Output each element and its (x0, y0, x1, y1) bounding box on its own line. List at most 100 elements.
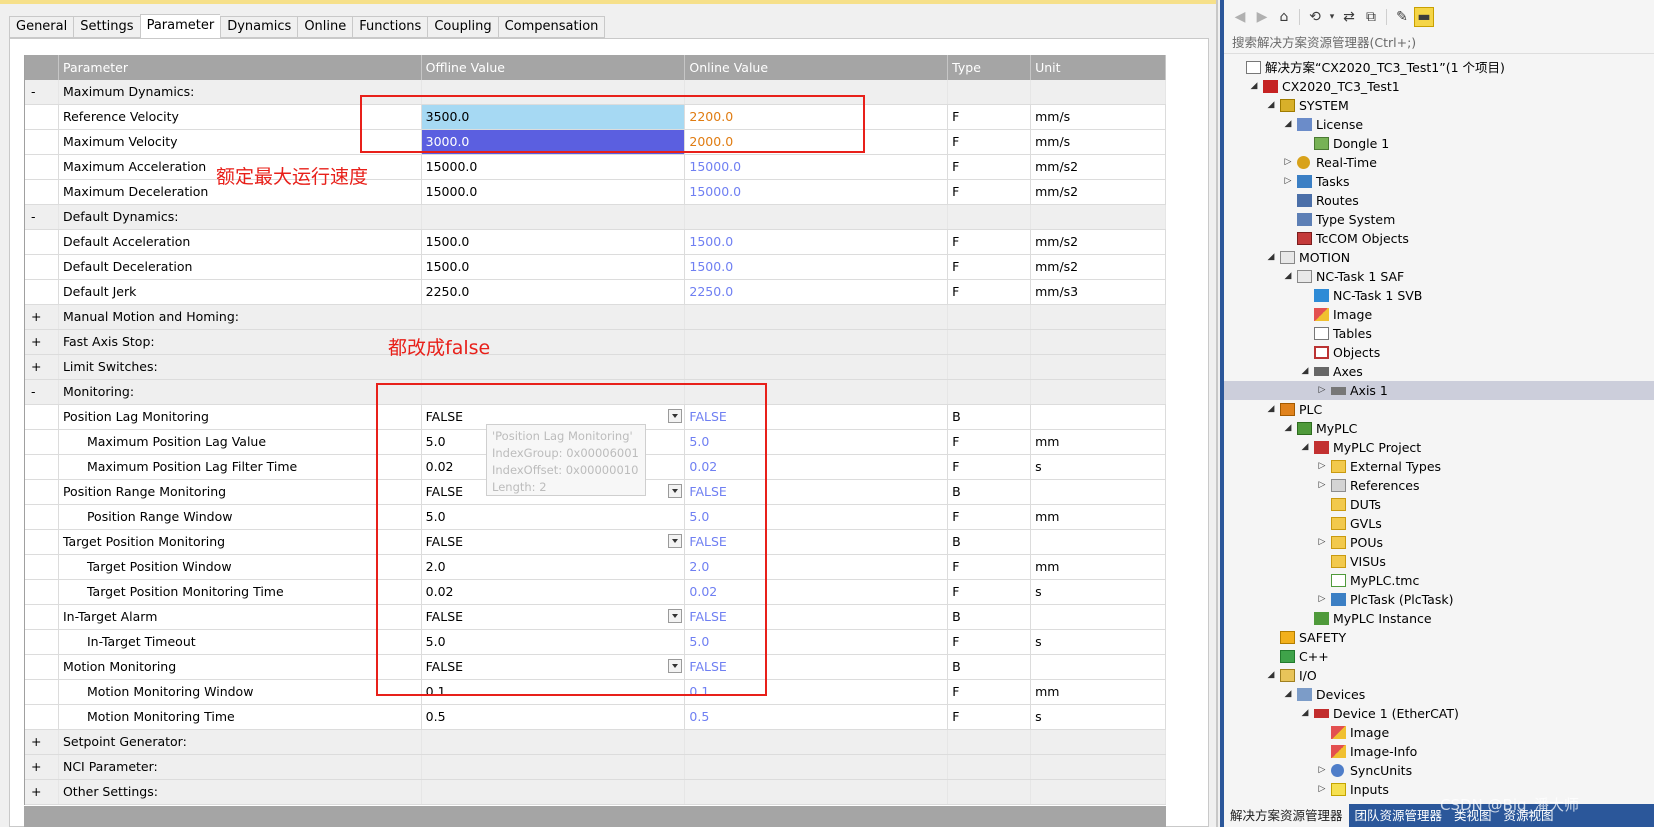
preview-toggle-icon[interactable]: ▬ (1414, 7, 1434, 27)
expand-arrow-icon[interactable]: ▷ (1317, 780, 1327, 799)
tree-item[interactable]: ◢ CX2020_TC3_Test1 (1224, 77, 1654, 96)
tab-parameter[interactable]: Parameter (139, 14, 221, 39)
header-type[interactable]: Type (948, 55, 1032, 80)
home-icon[interactable]: ⌂ (1274, 7, 1294, 27)
expand-arrow-icon[interactable]: ▷ (1317, 533, 1327, 552)
expand-arrow-icon[interactable]: ▷ (1283, 172, 1293, 191)
header-parameter[interactable]: Parameter (59, 55, 422, 80)
row-toggle[interactable]: - (25, 205, 59, 229)
sync-icon[interactable]: ⇄ (1339, 7, 1359, 27)
pane-splitter[interactable] (1216, 0, 1218, 827)
parameter-row[interactable]: Default Acceleration 1500.0 1500.0 Fmm/s2 (25, 230, 1166, 255)
tree-item[interactable]: SAFETY (1224, 628, 1654, 647)
collapse-all-icon[interactable]: ⧉ (1361, 7, 1381, 27)
expand-arrow-icon[interactable]: ◢ (1249, 77, 1259, 96)
tab-general[interactable]: General (9, 16, 74, 38)
tree-item[interactable]: ▷ POUs (1224, 533, 1654, 552)
tree-item[interactable]: ◢ SYSTEM (1224, 96, 1654, 115)
tab-online[interactable]: Online (297, 16, 353, 38)
expand-arrow-icon[interactable]: ◢ (1283, 419, 1293, 438)
tree-item[interactable]: DUTs (1224, 495, 1654, 514)
group-row[interactable]: + Fast Axis Stop: (25, 330, 1166, 355)
tree-item[interactable]: VISUs (1224, 552, 1654, 571)
tree-item[interactable]: ◢ MyPLC (1224, 419, 1654, 438)
tab-compensation[interactable]: Compensation (497, 16, 606, 38)
row-toggle[interactable]: + (25, 330, 59, 354)
tree-item[interactable]: ◢ Axes (1224, 362, 1654, 381)
expand-arrow-icon[interactable]: ◢ (1300, 438, 1310, 457)
expand-arrow-icon[interactable]: ▷ (1283, 153, 1293, 172)
parameter-row[interactable]: Motion Monitoring Time 0.5 0.5 Fs (25, 705, 1166, 730)
group-row[interactable]: - Default Dynamics: (25, 205, 1166, 230)
offline-value-cell[interactable] (422, 780, 686, 804)
tree-item[interactable]: ▷ References (1224, 476, 1654, 495)
tree-item[interactable]: Image (1224, 305, 1654, 324)
offline-value-cell[interactable] (422, 305, 686, 329)
offline-value-cell[interactable] (422, 755, 686, 779)
tree-item[interactable]: MyPLC.tmc (1224, 571, 1654, 590)
tree-item[interactable]: Tables (1224, 324, 1654, 343)
parameter-row[interactable]: Maximum Deceleration 15000.0 15000.0 Fmm/s2 (25, 180, 1166, 205)
tree-item[interactable]: ◢ License (1224, 115, 1654, 134)
back-icon[interactable]: ◀ (1230, 7, 1250, 27)
tab-team-explorer[interactable]: 团队资源管理器 (1349, 804, 1449, 827)
expand-arrow-icon[interactable]: ▷ (1317, 381, 1327, 400)
offline-value-cell[interactable]: 2250.0 (422, 280, 686, 304)
tree-item[interactable]: ◢ Devices (1224, 685, 1654, 704)
row-toggle[interactable]: - (25, 380, 59, 404)
tree-item[interactable]: Dongle 1 (1224, 134, 1654, 153)
expand-arrow-icon[interactable]: ◢ (1266, 400, 1276, 419)
tree-item[interactable]: ▷ SyncUnits (1224, 761, 1654, 780)
history-icon[interactable]: ⟲ (1305, 7, 1325, 27)
tab-functions[interactable]: Functions (352, 16, 428, 38)
expand-arrow-icon[interactable]: ◢ (1283, 267, 1293, 286)
offline-value-cell[interactable]: 15000.0 (422, 180, 686, 204)
tree-item[interactable]: ◢ MOTION (1224, 248, 1654, 267)
expand-arrow-icon[interactable]: ▷ (1317, 761, 1327, 780)
row-toggle[interactable]: + (25, 730, 59, 754)
group-row[interactable]: + Manual Motion and Homing: (25, 305, 1166, 330)
tree-item[interactable]: TcCOM Objects (1224, 229, 1654, 248)
tab-dynamics[interactable]: Dynamics (220, 16, 298, 38)
offline-value-cell[interactable]: 15000.0 (422, 155, 686, 179)
tree-item[interactable]: Image (1224, 723, 1654, 742)
tree-item[interactable]: ▷ Real-Time (1224, 153, 1654, 172)
group-row[interactable]: + NCI Parameter: (25, 755, 1166, 780)
tree-item[interactable]: 解决方案“CX2020_TC3_Test1”(1 个项目) (1224, 58, 1654, 77)
tree-item[interactable]: NC-Task 1 SVB (1224, 286, 1654, 305)
group-row[interactable]: + Setpoint Generator: (25, 730, 1166, 755)
tree-item[interactable]: ▷ Axis 1 (1224, 381, 1654, 400)
header-offline-value[interactable]: Offline Value (422, 55, 686, 80)
tree-item[interactable]: Type System (1224, 210, 1654, 229)
row-toggle[interactable]: + (25, 355, 59, 379)
solution-search-input[interactable]: 搜索解决方案资源管理器(Ctrl+;) (1224, 32, 1654, 54)
tree-item[interactable]: Image-Info (1224, 742, 1654, 761)
expand-arrow-icon[interactable]: ◢ (1266, 248, 1276, 267)
chevron-down-icon[interactable]: ▾ (1327, 7, 1337, 27)
group-row[interactable]: + Limit Switches: (25, 355, 1166, 380)
offline-value-cell[interactable]: 1500.0 (422, 230, 686, 254)
tree-item[interactable]: Objects (1224, 343, 1654, 362)
tree-item[interactable]: ◢ PLC (1224, 400, 1654, 419)
expand-arrow-icon[interactable]: ◢ (1300, 362, 1310, 381)
group-row[interactable]: + Other Settings: (25, 780, 1166, 805)
expand-arrow-icon[interactable]: ▷ (1317, 590, 1327, 609)
tab-coupling[interactable]: Coupling (427, 16, 498, 38)
offline-value-cell[interactable]: 1500.0 (422, 255, 686, 279)
tree-item[interactable]: ◢ MyPLC Project (1224, 438, 1654, 457)
expand-arrow-icon[interactable]: ◢ (1300, 704, 1310, 723)
tree-item[interactable]: ▷ Tasks (1224, 172, 1654, 191)
tree-item[interactable]: ◢ NC-Task 1 SAF (1224, 267, 1654, 286)
row-toggle[interactable]: - (25, 80, 59, 104)
expand-arrow-icon[interactable]: ◢ (1266, 666, 1276, 685)
offline-value-cell[interactable] (422, 730, 686, 754)
tree-item[interactable]: ▷ Inputs (1224, 780, 1654, 799)
tab-solution-explorer[interactable]: 解决方案资源管理器 (1224, 804, 1349, 827)
offline-value-cell[interactable]: 0.5 (422, 705, 686, 729)
properties-wrench-icon[interactable]: ✎ (1392, 7, 1412, 27)
tree-item[interactable]: GVLs (1224, 514, 1654, 533)
expand-arrow-icon[interactable]: ▷ (1317, 476, 1327, 495)
row-toggle[interactable]: + (25, 305, 59, 329)
tree-item[interactable]: Routes (1224, 191, 1654, 210)
tree-item[interactable]: MyPLC Instance (1224, 609, 1654, 628)
